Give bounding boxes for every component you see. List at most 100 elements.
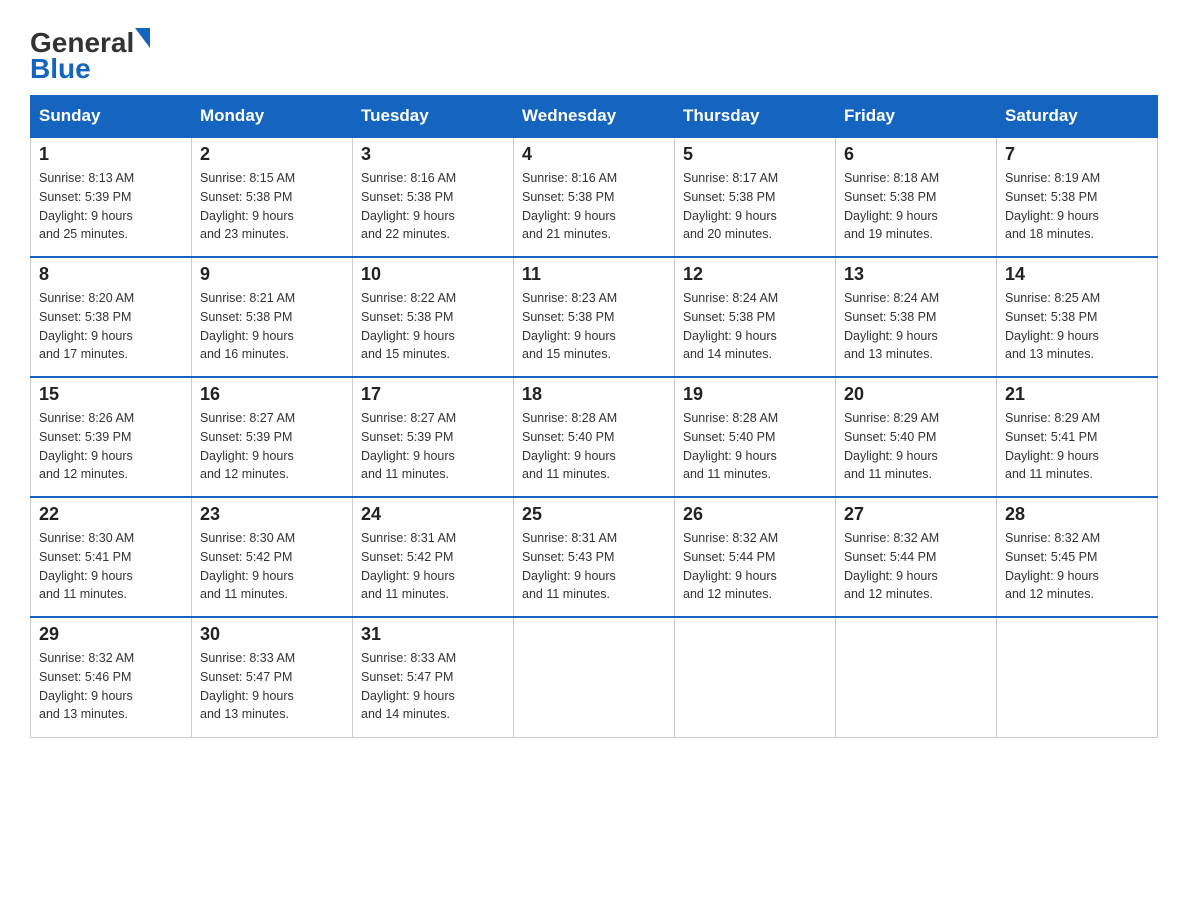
calendar-cell: 28 Sunrise: 8:32 AM Sunset: 5:45 PM Dayl… — [997, 497, 1158, 617]
day-number: 23 — [200, 504, 344, 525]
calendar-cell: 3 Sunrise: 8:16 AM Sunset: 5:38 PM Dayli… — [353, 137, 514, 257]
day-number: 4 — [522, 144, 666, 165]
calendar-day-header-thursday: Thursday — [675, 96, 836, 138]
day-info: Sunrise: 8:25 AM Sunset: 5:38 PM Dayligh… — [1005, 289, 1149, 364]
day-number: 8 — [39, 264, 183, 285]
calendar-cell: 21 Sunrise: 8:29 AM Sunset: 5:41 PM Dayl… — [997, 377, 1158, 497]
day-number: 15 — [39, 384, 183, 405]
day-number: 12 — [683, 264, 827, 285]
calendar-week-row-1: 1 Sunrise: 8:13 AM Sunset: 5:39 PM Dayli… — [31, 137, 1158, 257]
calendar-week-row-2: 8 Sunrise: 8:20 AM Sunset: 5:38 PM Dayli… — [31, 257, 1158, 377]
day-info: Sunrise: 8:32 AM Sunset: 5:44 PM Dayligh… — [844, 529, 988, 604]
day-info: Sunrise: 8:29 AM Sunset: 5:41 PM Dayligh… — [1005, 409, 1149, 484]
day-info: Sunrise: 8:22 AM Sunset: 5:38 PM Dayligh… — [361, 289, 505, 364]
calendar-week-row-3: 15 Sunrise: 8:26 AM Sunset: 5:39 PM Dayl… — [31, 377, 1158, 497]
calendar-cell: 12 Sunrise: 8:24 AM Sunset: 5:38 PM Dayl… — [675, 257, 836, 377]
calendar-cell: 17 Sunrise: 8:27 AM Sunset: 5:39 PM Dayl… — [353, 377, 514, 497]
calendar-cell: 7 Sunrise: 8:19 AM Sunset: 5:38 PM Dayli… — [997, 137, 1158, 257]
calendar-cell: 1 Sunrise: 8:13 AM Sunset: 5:39 PM Dayli… — [31, 137, 192, 257]
calendar-cell: 25 Sunrise: 8:31 AM Sunset: 5:43 PM Dayl… — [514, 497, 675, 617]
day-info: Sunrise: 8:30 AM Sunset: 5:41 PM Dayligh… — [39, 529, 183, 604]
day-info: Sunrise: 8:32 AM Sunset: 5:45 PM Dayligh… — [1005, 529, 1149, 604]
day-number: 7 — [1005, 144, 1149, 165]
calendar-week-row-5: 29 Sunrise: 8:32 AM Sunset: 5:46 PM Dayl… — [31, 617, 1158, 737]
day-number: 20 — [844, 384, 988, 405]
calendar-day-header-wednesday: Wednesday — [514, 96, 675, 138]
day-number: 10 — [361, 264, 505, 285]
calendar-cell — [836, 617, 997, 737]
calendar-cell: 2 Sunrise: 8:15 AM Sunset: 5:38 PM Dayli… — [192, 137, 353, 257]
calendar-cell: 23 Sunrise: 8:30 AM Sunset: 5:42 PM Dayl… — [192, 497, 353, 617]
day-info: Sunrise: 8:33 AM Sunset: 5:47 PM Dayligh… — [200, 649, 344, 724]
day-info: Sunrise: 8:19 AM Sunset: 5:38 PM Dayligh… — [1005, 169, 1149, 244]
logo-svg: General Blue — [30, 20, 170, 85]
day-number: 5 — [683, 144, 827, 165]
calendar-day-header-monday: Monday — [192, 96, 353, 138]
page-header: General Blue — [30, 20, 1158, 85]
calendar-cell: 20 Sunrise: 8:29 AM Sunset: 5:40 PM Dayl… — [836, 377, 997, 497]
day-number: 24 — [361, 504, 505, 525]
calendar-cell: 9 Sunrise: 8:21 AM Sunset: 5:38 PM Dayli… — [192, 257, 353, 377]
calendar-cell: 5 Sunrise: 8:17 AM Sunset: 5:38 PM Dayli… — [675, 137, 836, 257]
day-number: 25 — [522, 504, 666, 525]
day-info: Sunrise: 8:20 AM Sunset: 5:38 PM Dayligh… — [39, 289, 183, 364]
calendar-cell — [675, 617, 836, 737]
calendar-cell: 13 Sunrise: 8:24 AM Sunset: 5:38 PM Dayl… — [836, 257, 997, 377]
day-number: 13 — [844, 264, 988, 285]
calendar-cell: 6 Sunrise: 8:18 AM Sunset: 5:38 PM Dayli… — [836, 137, 997, 257]
day-number: 30 — [200, 624, 344, 645]
calendar-cell: 15 Sunrise: 8:26 AM Sunset: 5:39 PM Dayl… — [31, 377, 192, 497]
day-info: Sunrise: 8:16 AM Sunset: 5:38 PM Dayligh… — [361, 169, 505, 244]
day-info: Sunrise: 8:16 AM Sunset: 5:38 PM Dayligh… — [522, 169, 666, 244]
day-info: Sunrise: 8:15 AM Sunset: 5:38 PM Dayligh… — [200, 169, 344, 244]
svg-text:Blue: Blue — [30, 53, 91, 84]
calendar-cell — [997, 617, 1158, 737]
calendar-cell: 4 Sunrise: 8:16 AM Sunset: 5:38 PM Dayli… — [514, 137, 675, 257]
day-info: Sunrise: 8:31 AM Sunset: 5:42 PM Dayligh… — [361, 529, 505, 604]
day-info: Sunrise: 8:30 AM Sunset: 5:42 PM Dayligh… — [200, 529, 344, 604]
calendar-cell: 14 Sunrise: 8:25 AM Sunset: 5:38 PM Dayl… — [997, 257, 1158, 377]
calendar-day-header-tuesday: Tuesday — [353, 96, 514, 138]
calendar-day-header-saturday: Saturday — [997, 96, 1158, 138]
day-number: 6 — [844, 144, 988, 165]
calendar-cell: 22 Sunrise: 8:30 AM Sunset: 5:41 PM Dayl… — [31, 497, 192, 617]
day-info: Sunrise: 8:28 AM Sunset: 5:40 PM Dayligh… — [522, 409, 666, 484]
calendar-cell: 8 Sunrise: 8:20 AM Sunset: 5:38 PM Dayli… — [31, 257, 192, 377]
calendar-cell: 27 Sunrise: 8:32 AM Sunset: 5:44 PM Dayl… — [836, 497, 997, 617]
day-number: 3 — [361, 144, 505, 165]
day-info: Sunrise: 8:24 AM Sunset: 5:38 PM Dayligh… — [844, 289, 988, 364]
day-info: Sunrise: 8:23 AM Sunset: 5:38 PM Dayligh… — [522, 289, 666, 364]
day-number: 22 — [39, 504, 183, 525]
day-info: Sunrise: 8:21 AM Sunset: 5:38 PM Dayligh… — [200, 289, 344, 364]
calendar-cell: 26 Sunrise: 8:32 AM Sunset: 5:44 PM Dayl… — [675, 497, 836, 617]
day-number: 31 — [361, 624, 505, 645]
day-number: 16 — [200, 384, 344, 405]
day-number: 2 — [200, 144, 344, 165]
calendar-cell — [514, 617, 675, 737]
day-number: 26 — [683, 504, 827, 525]
day-info: Sunrise: 8:18 AM Sunset: 5:38 PM Dayligh… — [844, 169, 988, 244]
day-info: Sunrise: 8:28 AM Sunset: 5:40 PM Dayligh… — [683, 409, 827, 484]
day-info: Sunrise: 8:31 AM Sunset: 5:43 PM Dayligh… — [522, 529, 666, 604]
calendar-cell: 31 Sunrise: 8:33 AM Sunset: 5:47 PM Dayl… — [353, 617, 514, 737]
day-info: Sunrise: 8:33 AM Sunset: 5:47 PM Dayligh… — [361, 649, 505, 724]
calendar-cell: 11 Sunrise: 8:23 AM Sunset: 5:38 PM Dayl… — [514, 257, 675, 377]
day-number: 18 — [522, 384, 666, 405]
day-info: Sunrise: 8:32 AM Sunset: 5:44 PM Dayligh… — [683, 529, 827, 604]
calendar-header-row: SundayMondayTuesdayWednesdayThursdayFrid… — [31, 96, 1158, 138]
day-info: Sunrise: 8:32 AM Sunset: 5:46 PM Dayligh… — [39, 649, 183, 724]
day-number: 21 — [1005, 384, 1149, 405]
day-info: Sunrise: 8:24 AM Sunset: 5:38 PM Dayligh… — [683, 289, 827, 364]
calendar-cell: 24 Sunrise: 8:31 AM Sunset: 5:42 PM Dayl… — [353, 497, 514, 617]
calendar-table: SundayMondayTuesdayWednesdayThursdayFrid… — [30, 95, 1158, 738]
calendar-cell: 29 Sunrise: 8:32 AM Sunset: 5:46 PM Dayl… — [31, 617, 192, 737]
day-info: Sunrise: 8:13 AM Sunset: 5:39 PM Dayligh… — [39, 169, 183, 244]
day-number: 29 — [39, 624, 183, 645]
day-number: 28 — [1005, 504, 1149, 525]
day-number: 11 — [522, 264, 666, 285]
day-number: 1 — [39, 144, 183, 165]
calendar-day-header-friday: Friday — [836, 96, 997, 138]
day-info: Sunrise: 8:17 AM Sunset: 5:38 PM Dayligh… — [683, 169, 827, 244]
calendar-cell: 19 Sunrise: 8:28 AM Sunset: 5:40 PM Dayl… — [675, 377, 836, 497]
day-number: 17 — [361, 384, 505, 405]
